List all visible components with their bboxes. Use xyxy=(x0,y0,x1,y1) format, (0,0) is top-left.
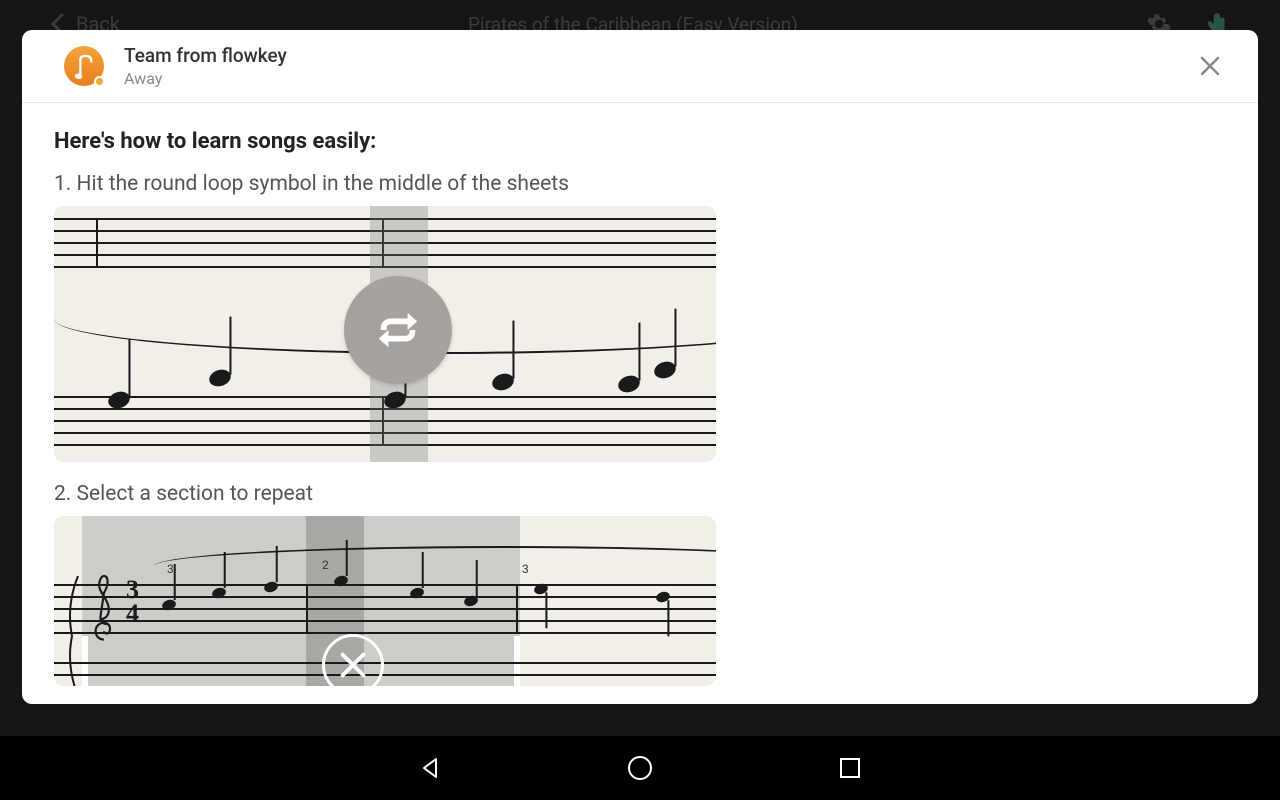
step-2-text: 2. Select a section to repeat xyxy=(54,482,1226,506)
sender-status: Away xyxy=(124,69,1192,88)
help-modal: Team from flowkey Away Here's how to lea… xyxy=(22,30,1258,704)
status-dot xyxy=(94,76,105,87)
brace-icon xyxy=(64,576,80,686)
nav-back-button[interactable] xyxy=(415,753,445,783)
loop-icon xyxy=(375,307,421,353)
sender-avatar xyxy=(64,46,104,86)
treble-clef-icon xyxy=(90,570,118,642)
heading: Here's how to learn songs easily: xyxy=(54,129,1226,154)
illustration-loop xyxy=(54,206,716,462)
close-icon xyxy=(1200,56,1220,76)
nav-recent-button[interactable] xyxy=(835,753,865,783)
close-icon xyxy=(340,652,366,678)
triangle-back-icon xyxy=(418,756,442,780)
modal-header: Team from flowkey Away xyxy=(22,30,1258,103)
android-nav-bar xyxy=(0,736,1280,800)
modal-body: Here's how to learn songs easily: 1. Hit… xyxy=(22,103,1258,704)
loop-button xyxy=(344,276,452,384)
illustration-selection: 34 3 2 3 xyxy=(54,516,716,686)
close-button[interactable] xyxy=(1192,48,1228,84)
circle-home-icon xyxy=(627,755,653,781)
nav-home-button[interactable] xyxy=(625,753,655,783)
square-recent-icon xyxy=(839,757,861,779)
step-1-text: 1. Hit the round loop symbol in the midd… xyxy=(54,172,1226,196)
flowkey-logo-icon xyxy=(73,52,95,80)
sender-name: Team from flowkey xyxy=(124,44,1192,67)
